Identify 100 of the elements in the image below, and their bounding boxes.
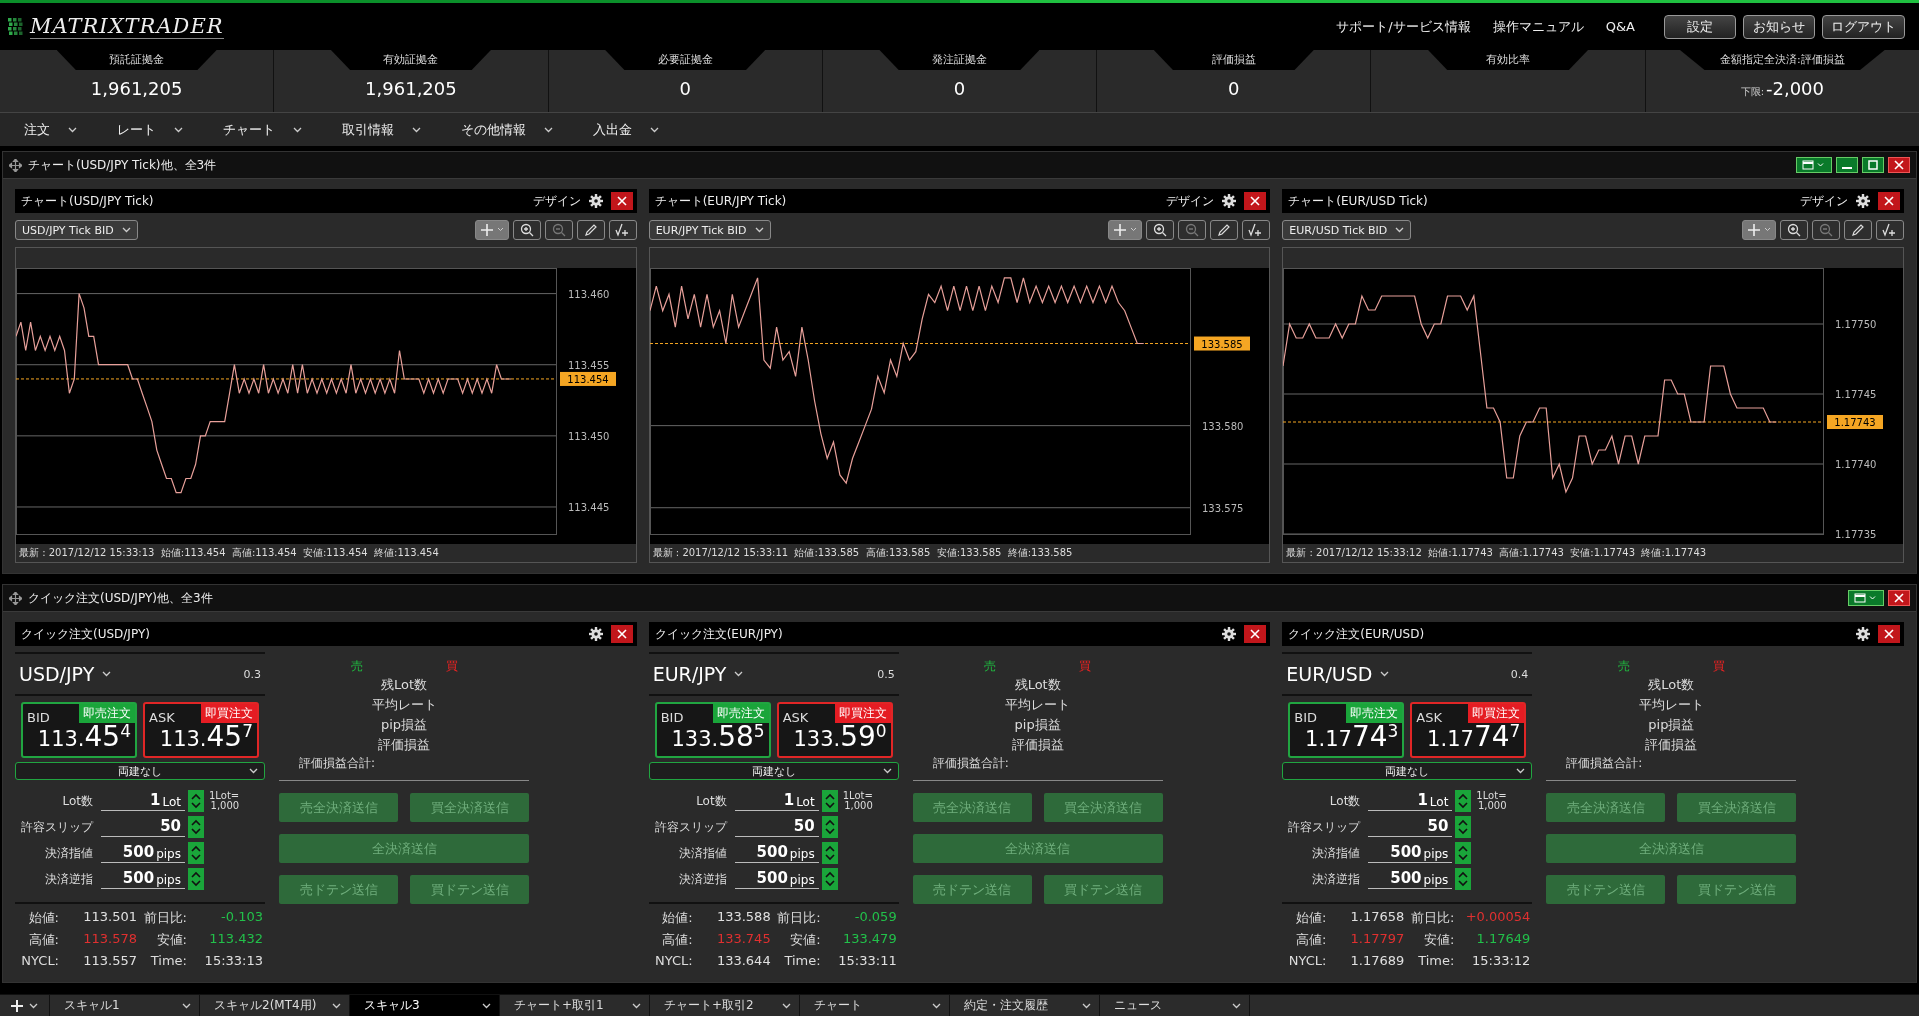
input-field[interactable]: 500 pips xyxy=(101,843,185,863)
input-field[interactable]: 50 xyxy=(734,817,819,837)
design-link[interactable]: デザイン xyxy=(1166,192,1215,210)
input-field[interactable]: 500 pips xyxy=(1368,869,1453,889)
input-field[interactable]: 500 pips xyxy=(1368,843,1453,863)
pair-dropdown[interactable]: EUR/JPY xyxy=(652,663,744,685)
pencil-button[interactable] xyxy=(1210,220,1239,240)
close-button[interactable] xyxy=(1878,625,1900,643)
menu-item[interactable]: 注文 xyxy=(24,120,77,139)
caret-icon xyxy=(782,1002,791,1009)
header-link[interactable]: Q&A xyxy=(1605,19,1635,34)
caret-icon xyxy=(1232,1002,1241,1009)
header-button[interactable]: ログアウト xyxy=(1822,14,1905,39)
close-button[interactable] xyxy=(1888,590,1910,606)
pencil-button[interactable] xyxy=(576,220,605,240)
chart-footer: 最新 : 2017/12/12 15:33:13 始値:113.454 高値:113.454 安値:113.454 終値:113.454 xyxy=(16,544,636,562)
axis-label: 133.580 xyxy=(1201,420,1244,432)
spinner-button[interactable] xyxy=(188,842,204,864)
pair-dropdown[interactable]: USD/JPY xyxy=(19,663,112,685)
close-icon xyxy=(616,629,627,639)
maximize-button[interactable] xyxy=(1862,157,1884,173)
header-link[interactable]: 操作マニュアル xyxy=(1492,17,1584,36)
spinner-button[interactable] xyxy=(821,816,838,838)
layout-button[interactable] xyxy=(1848,590,1884,606)
move-icon[interactable] xyxy=(9,591,22,605)
move-icon[interactable] xyxy=(9,158,22,172)
zoom-out-button[interactable] xyxy=(544,220,573,240)
add-indicator-button[interactable] xyxy=(1242,220,1271,240)
spinner-button[interactable] xyxy=(821,868,838,890)
symbol-dropdown[interactable]: EUR/USD Tick BID xyxy=(1282,220,1412,240)
spinner-button[interactable] xyxy=(188,790,204,812)
menu-item[interactable]: チャート xyxy=(223,120,302,139)
close-button[interactable] xyxy=(1878,192,1900,210)
input-field[interactable]: 500 pips xyxy=(101,869,185,889)
settings-icon[interactable] xyxy=(1222,194,1237,208)
spinner-button[interactable] xyxy=(1455,842,1472,864)
zoom-in-button[interactable] xyxy=(512,220,541,240)
input-field[interactable]: 1 Lot xyxy=(734,791,819,811)
settings-icon[interactable] xyxy=(588,194,603,208)
symbol-dropdown[interactable]: EUR/JPY Tick BID xyxy=(648,220,771,240)
settings-icon[interactable] xyxy=(1856,627,1870,641)
order-title: クイック注文(EUR/USD) xyxy=(1288,625,1425,643)
stat-label: NYCL: xyxy=(654,953,694,968)
stat-value: -0.103 xyxy=(220,909,263,926)
settings-icon[interactable] xyxy=(1222,627,1237,641)
zoom-out-icon xyxy=(1185,223,1200,237)
hedge-dropdown[interactable]: 両建なし xyxy=(15,762,265,780)
input-field[interactable]: 500pips xyxy=(734,843,819,863)
menu-item[interactable]: その他情報 xyxy=(461,120,553,139)
input-field[interactable]: 50 xyxy=(101,817,185,837)
spinner-button[interactable] xyxy=(188,816,204,838)
spinner-button[interactable] xyxy=(188,868,204,890)
zoom-out-button[interactable] xyxy=(1812,220,1840,240)
close-button[interactable] xyxy=(1888,157,1910,173)
design-link[interactable]: デザイン xyxy=(1800,192,1848,210)
crosshair-button[interactable] xyxy=(474,220,509,240)
input-field[interactable]: 50 xyxy=(1368,817,1453,837)
close-button[interactable] xyxy=(1244,625,1267,643)
chart-title: チャート(EUR/USD Tick) xyxy=(1288,192,1428,210)
crosshair-button[interactable] xyxy=(1108,220,1143,240)
add-indicator-button[interactable] xyxy=(608,220,637,240)
close-button[interactable] xyxy=(1244,192,1267,210)
stat-label: Time: xyxy=(783,953,822,968)
menu-item[interactable]: 取引情報 xyxy=(342,120,421,139)
spinner-button[interactable] xyxy=(1455,790,1472,812)
input-field[interactable]: 1 Lot xyxy=(1368,791,1453,811)
header-link[interactable]: サポート/サービス情報 xyxy=(1336,17,1471,36)
zoom-out-button[interactable] xyxy=(1178,220,1207,240)
settings-icon[interactable] xyxy=(588,627,603,641)
up-down-icon xyxy=(823,844,836,862)
header-button[interactable]: 設定 xyxy=(1664,14,1736,39)
minimize-button[interactable] xyxy=(1836,157,1858,173)
menu-item[interactable]: レート xyxy=(117,120,183,139)
hedge-dropdown[interactable]: 両建なし xyxy=(648,762,899,780)
pencil-button[interactable] xyxy=(1844,220,1872,240)
close-button[interactable] xyxy=(610,625,633,643)
zoom-in-button[interactable] xyxy=(1146,220,1175,240)
add-indicator-button[interactable] xyxy=(1876,220,1904,240)
stat-label: NYCL: xyxy=(1287,953,1328,968)
spinner-button[interactable] xyxy=(821,790,838,812)
input-field[interactable]: 1 Lot xyxy=(101,791,185,811)
workspace-tab[interactable]: スキャル3 xyxy=(350,995,500,1016)
header-button[interactable]: お知らせ xyxy=(1743,14,1815,39)
design-link[interactable]: デザイン xyxy=(532,192,581,210)
settings-icon[interactable] xyxy=(1856,194,1870,208)
symbol-dropdown[interactable]: USD/JPY Tick BID xyxy=(15,220,138,240)
input-field[interactable]: 500pips xyxy=(734,869,819,889)
spinner-button[interactable] xyxy=(821,842,838,864)
spinner-button[interactable] xyxy=(1455,868,1472,890)
axis-label: 1.17740 xyxy=(1835,459,1877,470)
buy-heading: 買 xyxy=(1712,658,1725,675)
field-label: 決済指値 xyxy=(1311,844,1362,862)
hedge-dropdown[interactable]: 両建なし xyxy=(1282,762,1533,780)
menu-item[interactable]: 入出金 xyxy=(593,120,659,139)
layout-button[interactable] xyxy=(1796,157,1832,173)
zoom-in-button[interactable] xyxy=(1780,220,1808,240)
spinner-button[interactable] xyxy=(1455,816,1472,838)
caret-icon xyxy=(1082,1002,1091,1009)
close-button[interactable] xyxy=(610,192,633,210)
pair-dropdown[interactable]: EUR/USD xyxy=(1286,663,1390,685)
